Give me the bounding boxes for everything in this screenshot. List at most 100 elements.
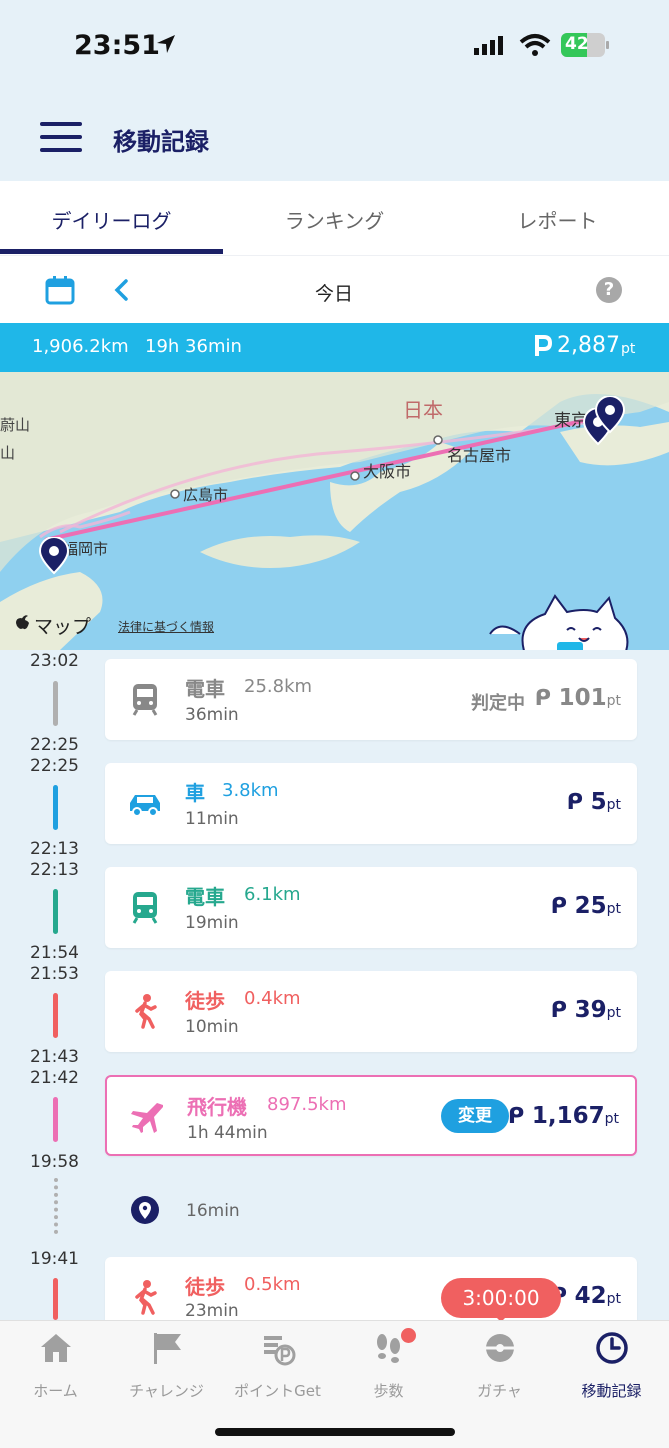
tab-ranking[interactable]: ランキング bbox=[223, 205, 446, 234]
nav-challenge[interactable]: チャレンジ bbox=[111, 1330, 222, 1401]
nav-gacha[interactable]: ガチャ bbox=[444, 1330, 555, 1401]
total-points-unit: pt bbox=[621, 341, 636, 357]
battery-icon: 42 bbox=[561, 33, 609, 57]
trip-points: ᑭ 1,167pt bbox=[507, 1103, 619, 1129]
trip-mode: 車 bbox=[185, 781, 205, 805]
help-icon[interactable]: ? bbox=[596, 277, 622, 303]
clock-icon bbox=[595, 1332, 628, 1364]
trip-card-flight[interactable]: 飛行機 897.5km 1h 44min 変更 ᑭ 1,167pt bbox=[105, 1075, 637, 1156]
page-title: 移動記録 bbox=[113, 128, 209, 156]
nav-label: チャレンジ bbox=[129, 1382, 204, 1400]
date-label: 今日 bbox=[314, 283, 353, 305]
nav-label: 移動記録 bbox=[581, 1382, 642, 1400]
apple-logo-icon bbox=[16, 615, 29, 630]
trip-duration: 19min bbox=[185, 913, 239, 933]
tab-report[interactable]: レポート bbox=[446, 205, 669, 234]
total-distance: 1,906.2km bbox=[32, 336, 129, 357]
trip-distance: 25.8km bbox=[244, 676, 313, 697]
timeline-time: 21:53 bbox=[30, 964, 79, 984]
trip-distance: 0.5km bbox=[244, 1274, 301, 1295]
trip-duration: 10min bbox=[185, 1017, 239, 1037]
nav-label: ガチャ bbox=[477, 1382, 522, 1400]
stay-location-icon bbox=[131, 1196, 159, 1224]
trip-card-train[interactable]: 電車 25.8km 36min 判定中 ᑭ 101pt bbox=[105, 659, 637, 740]
trip-mode: 電車 bbox=[185, 885, 225, 909]
trip-mode: 飛行機 bbox=[187, 1095, 247, 1119]
timeline-time: 23:02 bbox=[30, 651, 79, 671]
trip-distance: 3.8km bbox=[222, 780, 279, 801]
total-points: 2,887 bbox=[557, 333, 620, 358]
segment-line-train bbox=[53, 681, 58, 726]
map-label-osaka: 大阪市 bbox=[363, 462, 412, 481]
timeline-time: 22:25 bbox=[30, 735, 79, 755]
tab-daily-log[interactable]: デイリーログ bbox=[0, 205, 223, 234]
trip-duration: 11min bbox=[185, 809, 239, 829]
status-time: 23:51 bbox=[74, 30, 160, 61]
train-icon bbox=[132, 892, 158, 924]
app-header bbox=[0, 95, 669, 181]
trip-mode: 徒歩 bbox=[185, 1275, 225, 1299]
flag-icon bbox=[153, 1333, 181, 1364]
nav-points-get[interactable]: ポイントGet bbox=[222, 1330, 333, 1401]
trip-card-car[interactable]: 車 3.8km 11min ᑭ 5pt bbox=[105, 763, 637, 844]
trip-duration: 36min bbox=[185, 705, 239, 725]
map-pin-icon[interactable] bbox=[38, 537, 70, 575]
trip-card-train[interactable]: 電車 6.1km 19min ᑭ 25pt bbox=[105, 867, 637, 948]
nav-movement-log[interactable]: 移動記録 bbox=[556, 1330, 667, 1401]
battery-level: 42 bbox=[565, 34, 589, 54]
nav-steps[interactable]: 歩数 bbox=[333, 1330, 444, 1401]
map-attribution: マップ bbox=[34, 616, 92, 638]
nav-label: 歩数 bbox=[373, 1382, 404, 1400]
segment-line-stay bbox=[54, 1178, 58, 1234]
timeline-time: 19:58 bbox=[30, 1152, 79, 1172]
change-mode-button[interactable]: 変更 bbox=[441, 1099, 509, 1133]
nav-home[interactable]: ホーム bbox=[0, 1330, 111, 1401]
trip-points: ᑭ 39pt bbox=[550, 997, 621, 1023]
points-icon bbox=[263, 1336, 295, 1366]
total-duration: 19h 36min bbox=[145, 336, 242, 357]
trip-duration: 1h 44min bbox=[187, 1123, 268, 1143]
home-indicator bbox=[215, 1428, 455, 1436]
timeline-time: 22:25 bbox=[30, 756, 79, 776]
trip-card-walk[interactable]: 徒歩 0.4km 10min ᑭ 39pt bbox=[105, 971, 637, 1052]
gacha-timer-badge: 3:00:00 bbox=[441, 1278, 561, 1318]
calendar-icon[interactable] bbox=[45, 275, 75, 305]
mascot-cat-icon bbox=[489, 594, 629, 650]
gacha-icon bbox=[485, 1334, 514, 1362]
chevron-left-icon[interactable] bbox=[112, 278, 130, 302]
map-label-left1: 蔚山 bbox=[0, 416, 31, 434]
map-label-japan: 日本 bbox=[403, 398, 443, 422]
trip-distance: 897.5km bbox=[267, 1094, 347, 1115]
trip-distance: 0.4km bbox=[244, 988, 301, 1009]
trip-points: ᑭ 5pt bbox=[566, 789, 621, 815]
trip-points: ᑭ 25pt bbox=[550, 893, 621, 919]
timeline-time: 22:13 bbox=[30, 839, 79, 859]
trip-distance: 6.1km bbox=[244, 884, 301, 905]
route-map[interactable]: 日本 東京 名古屋市 大阪市 広島市 福岡市 蔚山 山 マップ 法律に基づく情報 bbox=[0, 372, 669, 650]
stay-duration: 16min bbox=[186, 1201, 240, 1221]
trip-duration: 23min bbox=[185, 1301, 239, 1321]
map-legal-link[interactable]: 法律に基づく情報 bbox=[118, 618, 214, 635]
timeline-time: 19:41 bbox=[30, 1249, 79, 1269]
home-icon bbox=[40, 1334, 71, 1362]
map-label-nagoya: 名古屋市 bbox=[447, 446, 512, 465]
judging-status: 判定中 bbox=[471, 693, 525, 714]
segment-line-car bbox=[53, 785, 58, 830]
timeline-time: 21:42 bbox=[30, 1068, 79, 1088]
walking-icon bbox=[135, 1280, 157, 1315]
car-icon bbox=[130, 795, 160, 817]
trip-points: ᑭ 42pt bbox=[550, 1283, 621, 1309]
menu-button[interactable] bbox=[40, 122, 82, 154]
airplane-icon bbox=[131, 1103, 163, 1133]
timeline-time: 21:43 bbox=[30, 1047, 79, 1067]
train-icon bbox=[132, 684, 158, 716]
timeline-time: 21:54 bbox=[30, 943, 79, 963]
map-pin-icon[interactable] bbox=[594, 396, 626, 434]
map-label-hiroshima: 広島市 bbox=[183, 486, 229, 504]
segment-line-walk bbox=[53, 1278, 58, 1320]
signal-icon bbox=[474, 36, 503, 55]
segment-line-train bbox=[53, 889, 58, 934]
location-arrow-icon bbox=[157, 35, 175, 53]
walking-icon bbox=[135, 994, 157, 1029]
wifi-icon bbox=[519, 34, 551, 56]
